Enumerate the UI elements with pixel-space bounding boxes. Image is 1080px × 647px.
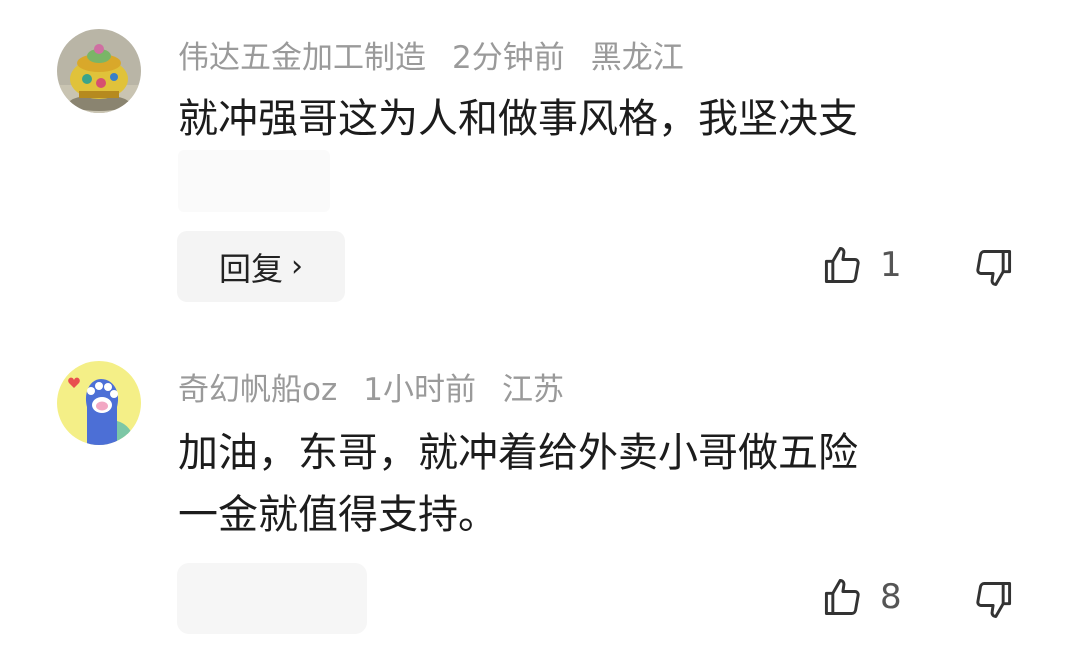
like-button[interactable]: 1 (820, 243, 902, 287)
user-avatar[interactable] (57, 29, 141, 113)
like-button[interactable]: 8 (820, 575, 902, 619)
comment-time: 2分钟前 (452, 40, 565, 76)
user-avatar[interactable] (57, 361, 141, 445)
dislike-button[interactable] (972, 578, 1016, 626)
reply-button[interactable]: 回复 › (177, 231, 345, 302)
comment-text-line: 一金就值得支持。 (178, 492, 498, 538)
teapot-avatar-icon (57, 29, 141, 113)
comment-location: 江苏 (501, 372, 564, 408)
comment-location: 黑龙江 (590, 40, 684, 76)
comment-meta: 奇幻帆船oz 1小时前 江苏 (178, 364, 590, 409)
cat-paw-avatar-icon (57, 361, 141, 445)
thumbs-up-icon (824, 247, 860, 283)
username[interactable]: 伟达五金加工制造 (178, 40, 426, 76)
thumbs-down-icon (976, 582, 1012, 618)
thumbs-down-icon (976, 250, 1012, 286)
reply-button[interactable] (177, 563, 367, 634)
comment-text-line: 加油，东哥，就冲着给外卖小哥做五险 (178, 430, 858, 476)
comment-time: 1小时前 (363, 372, 476, 408)
dislike-button[interactable] (972, 246, 1016, 294)
blurred-text-area (178, 150, 330, 212)
chevron-right-icon: › (291, 249, 303, 284)
comment-text: 就冲强哥这为人和做事风格，我坚决支 (178, 96, 858, 142)
reply-label: 回复 (218, 249, 283, 288)
like-count: 1 (880, 245, 902, 285)
comment-meta: 伟达五金加工制造 2分钟前 黑龙江 (178, 32, 710, 77)
username[interactable]: 奇幻帆船oz (178, 372, 337, 408)
thumbs-up-icon (824, 579, 860, 615)
like-count: 8 (880, 577, 902, 617)
